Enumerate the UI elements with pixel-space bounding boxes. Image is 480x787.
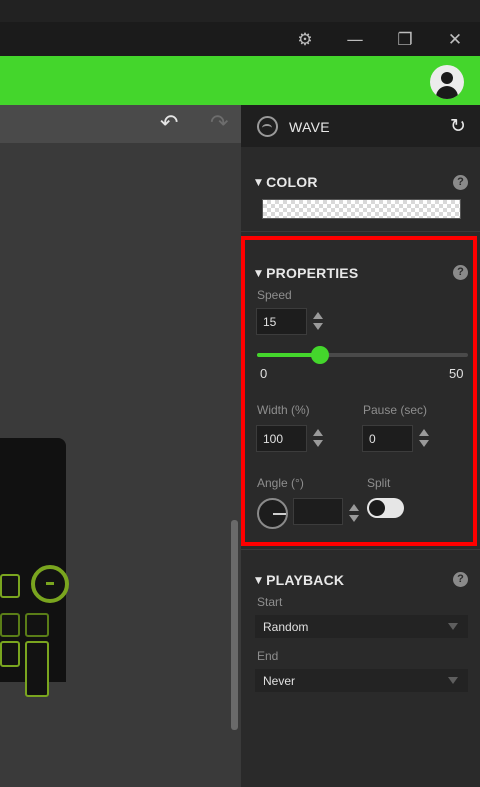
wave-icon (257, 116, 278, 137)
start-select[interactable]: Random (255, 615, 468, 638)
user-avatar-icon[interactable] (430, 65, 464, 99)
highlight-box (241, 236, 477, 546)
keyboard-key[interactable] (0, 574, 20, 598)
effect-title: WAVE (289, 119, 330, 135)
caret-down-icon: ▼ (255, 178, 263, 188)
playback-title-text: PLAYBACK (266, 572, 345, 588)
color-swatch[interactable] (262, 199, 461, 219)
start-label: Start (257, 595, 283, 609)
color-section-title[interactable]: ▼ COLOR (255, 174, 318, 190)
keyboard-preview (0, 438, 69, 697)
keyboard-dial-key[interactable] (31, 565, 69, 603)
end-select[interactable]: Never (255, 669, 468, 692)
chevron-down-icon (448, 623, 458, 630)
undo-icon[interactable]: ↶ (160, 111, 178, 136)
minimize-button[interactable]: — (342, 28, 368, 52)
playback-section-title[interactable]: ▼ PLAYBACK (255, 572, 344, 588)
divider (241, 231, 480, 232)
canvas-toolbar: ↶ ↷ (0, 105, 241, 143)
end-select-value: Never (263, 674, 296, 688)
divider (241, 549, 480, 550)
chevron-down-icon (448, 677, 458, 684)
top-strip (0, 0, 480, 22)
title-bar: ⚙ — ❐ ✕ (0, 0, 480, 56)
reset-icon[interactable]: ↻ (450, 115, 466, 137)
restore-button[interactable]: ❐ (392, 28, 418, 52)
color-title-text: COLOR (266, 174, 318, 190)
avatar-head (441, 72, 453, 84)
keyboard-key[interactable] (25, 613, 49, 637)
canvas-scrollbar[interactable] (231, 520, 238, 730)
start-select-value: Random (263, 620, 309, 634)
close-button[interactable]: ✕ (442, 28, 468, 52)
keyboard-key[interactable] (25, 641, 49, 697)
gear-icon[interactable]: ⚙ (292, 28, 318, 52)
app-header (0, 56, 480, 105)
effect-header: WAVE ↻ (241, 105, 480, 147)
help-icon[interactable]: ? (453, 572, 468, 587)
avatar-body (436, 86, 458, 99)
redo-icon[interactable]: ↷ (210, 111, 228, 136)
keyboard-key[interactable] (0, 641, 20, 667)
caret-down-icon: ▼ (255, 576, 263, 586)
end-label: End (257, 649, 279, 663)
keyboard-key[interactable] (0, 613, 20, 637)
help-icon[interactable]: ? (453, 175, 468, 190)
